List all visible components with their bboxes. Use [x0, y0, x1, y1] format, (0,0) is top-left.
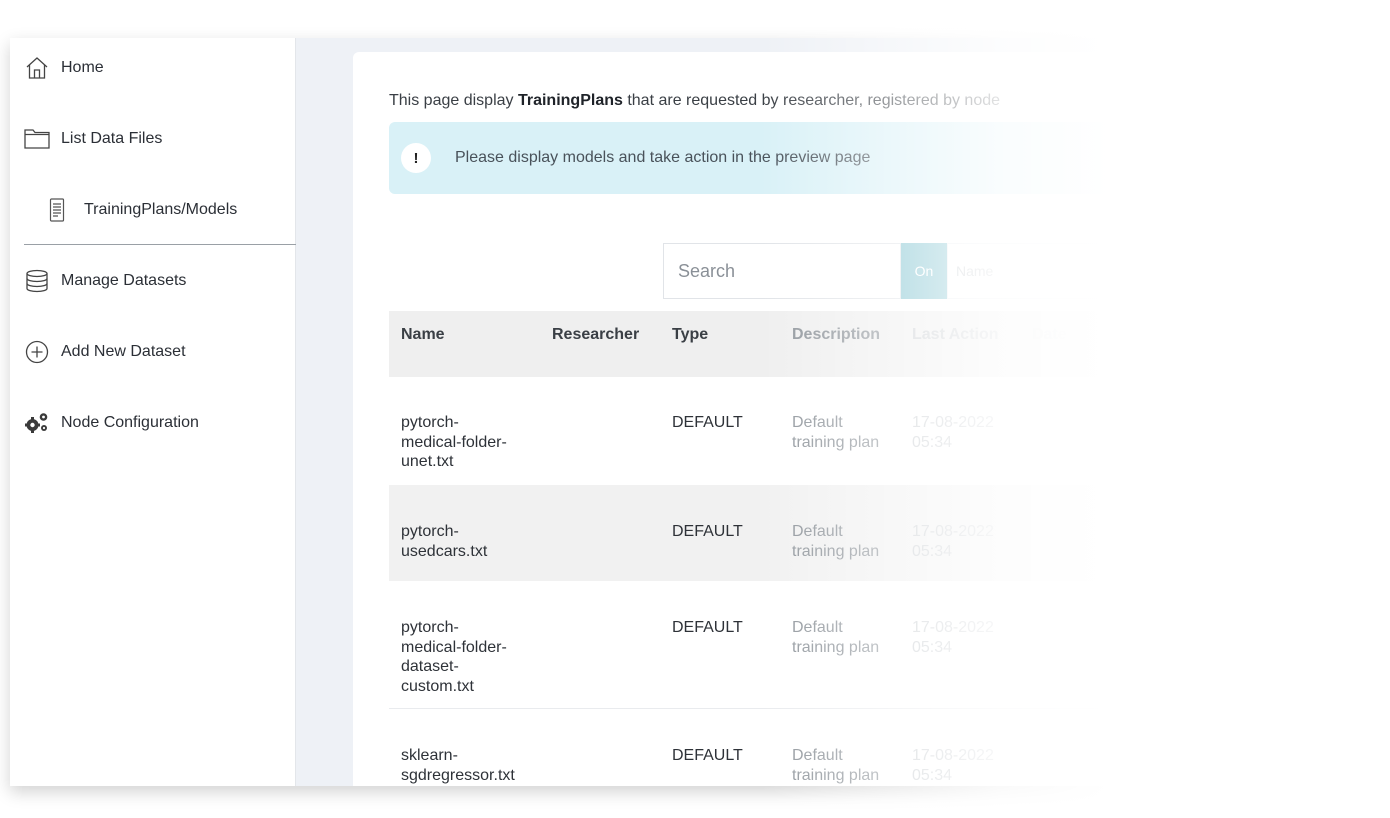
info-alert: ! Please display models and take action … — [389, 122, 1140, 194]
cell-description: Default training plan — [792, 619, 880, 656]
cell-name: pytorch-medical-folder-unet.txt — [401, 414, 507, 470]
sidebar-item-label: Node Configuration — [61, 414, 199, 431]
cell-type: DEFAULT — [672, 619, 743, 636]
alert-message: Please display models and take action in… — [455, 149, 871, 166]
sidebar-item-node-configuration[interactable]: Node Configuration — [10, 403, 296, 443]
table-header: Name Researcher Type Description Last Ac… — [389, 311, 1140, 377]
sidebar-item-label: Add New Dataset — [61, 343, 186, 360]
sidebar-item-manage-datasets[interactable]: Manage Datasets — [10, 261, 296, 301]
table-row[interactable]: pytorch-usedcars.txt DEFAULT Default trai… — [389, 485, 1140, 581]
column-header-researcher[interactable]: Researcher — [552, 325, 639, 344]
intro-text-suffix: that are requested by researcher, regist… — [622, 92, 1001, 109]
sidebar-item-label: TrainingPlans/Models — [84, 201, 238, 218]
sidebar-divider — [24, 244, 296, 245]
cell-name: sklearn-sgdregressor.txt — [401, 747, 515, 784]
table-row[interactable]: sklearn-sgdregressor.txt DEFAULT Default… — [389, 709, 1140, 786]
sidebar-item-trainingplans-models[interactable]: TrainingPlans/Models — [10, 190, 296, 230]
sidebar-item-add-new-dataset[interactable]: Add New Dataset — [10, 332, 296, 372]
search-on-button[interactable]: On — [901, 243, 947, 299]
column-header-last-action[interactable]: Last Action — [912, 325, 999, 344]
app-window: Home List Data Files TrainingPlans/Model… — [10, 38, 1140, 786]
cell-description: Default training plan — [792, 523, 880, 560]
cell-name: pytorch-medical-folder-dataset-custom.tx… — [401, 619, 507, 695]
page-intro: This page display TrainingPlans that are… — [389, 92, 1000, 110]
search-input[interactable]: Search — [663, 243, 901, 299]
table-row[interactable]: pytorch-medical-folder-dataset-custom.tx… — [389, 581, 1140, 709]
sidebar-item-label: List Data Files — [61, 130, 163, 147]
column-header-date[interactable]: Date — [1032, 325, 1067, 344]
cell-last-action: 17-08-2022 05:34 — [912, 747, 994, 784]
exclamation-icon: ! — [401, 143, 431, 173]
cell-name: pytorch-usedcars.txt — [401, 523, 488, 560]
folder-icon — [24, 126, 50, 152]
cell-last-action: 17-08-2022 05:34 — [912, 414, 994, 451]
gears-icon — [24, 410, 50, 436]
column-header-type[interactable]: Type — [672, 325, 708, 344]
cell-last-action: 17-08-2022 05:34 — [912, 523, 994, 560]
sidebar-item-home[interactable]: Home — [10, 48, 296, 88]
document-icon — [44, 197, 70, 223]
cell-type: DEFAULT — [672, 523, 743, 540]
cell-type: DEFAULT — [672, 414, 743, 431]
home-icon — [24, 55, 50, 81]
table-row[interactable]: pytorch-medical-folder-unet.txt DEFAULT … — [389, 377, 1140, 485]
search-field-select[interactable]: Name — [947, 243, 1117, 299]
cell-description: Default training plan — [792, 414, 880, 451]
column-header-name[interactable]: Name — [401, 325, 445, 344]
sidebar-item-label: Manage Datasets — [61, 272, 187, 289]
main-panel: This page display TrainingPlans that are… — [353, 52, 1140, 786]
cell-description: Default training plan — [792, 747, 880, 784]
intro-bold: TrainingPlans — [517, 92, 623, 109]
sidebar: Home List Data Files TrainingPlans/Model… — [10, 38, 296, 786]
cell-type: DEFAULT — [672, 747, 743, 764]
cell-last-action: 17-08-2022 05:34 — [912, 619, 994, 656]
intro-text: This page display — [389, 92, 518, 109]
database-icon — [24, 268, 50, 294]
sidebar-item-list-data-files[interactable]: List Data Files — [10, 119, 296, 159]
sidebar-item-label: Home — [61, 59, 104, 76]
column-header-description[interactable]: Description — [792, 325, 880, 344]
plus-circle-icon — [24, 339, 50, 365]
